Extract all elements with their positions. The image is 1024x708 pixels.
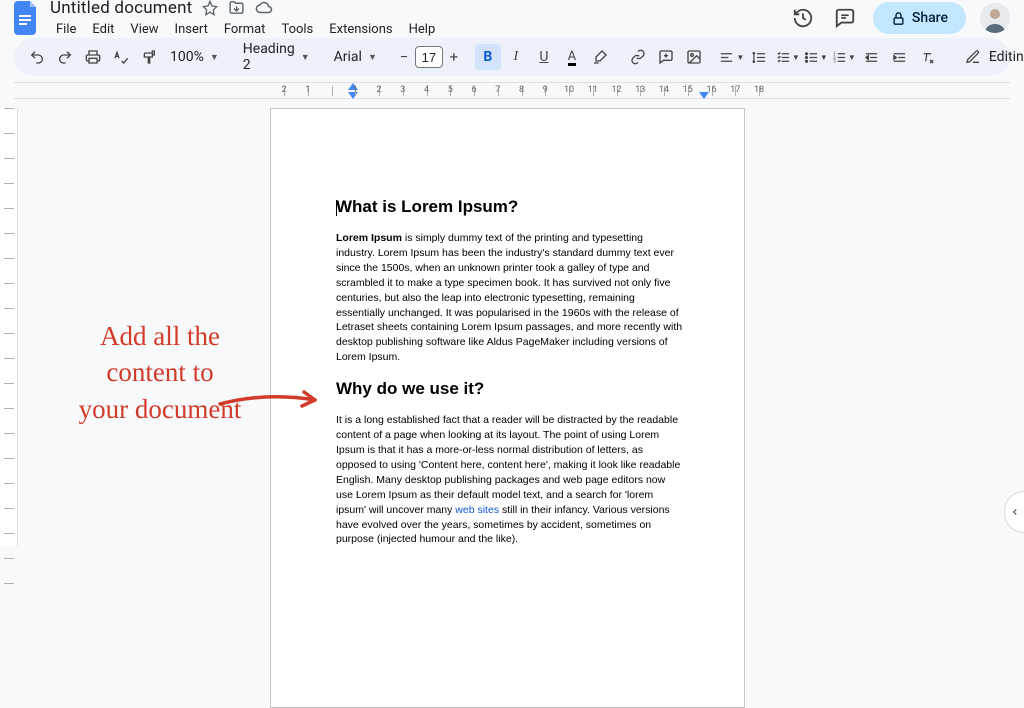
font-select[interactable]: Arial▼	[328, 44, 383, 70]
italic-button[interactable]: I	[503, 44, 529, 70]
move-icon[interactable]	[228, 0, 245, 16]
print-button[interactable]	[80, 44, 106, 70]
share-label: Share	[912, 10, 948, 26]
account-avatar[interactable]	[980, 3, 1010, 33]
align-button[interactable]: ▼	[719, 44, 745, 70]
increase-font-size-button[interactable]: +	[445, 46, 463, 68]
highlight-color-button[interactable]	[587, 44, 613, 70]
share-button[interactable]: Share	[873, 2, 966, 34]
decrease-font-size-button[interactable]: −	[395, 46, 413, 68]
insert-image-button[interactable]	[681, 44, 707, 70]
heading-2[interactable]: Why do we use it?	[336, 379, 684, 399]
underline-button[interactable]: U	[531, 44, 557, 70]
decrease-indent-button[interactable]	[859, 44, 885, 70]
menu-tools[interactable]: Tools	[275, 20, 319, 39]
redo-button[interactable]	[52, 44, 78, 70]
instruction-annotation: Add all the content to your document	[40, 318, 280, 427]
mode-select[interactable]: Editing ▼	[955, 49, 1024, 66]
paragraph-style-select[interactable]: Heading 2▼	[237, 44, 316, 70]
document-page[interactable]: What is Lorem Ipsum? Lorem Ipsum is simp…	[270, 108, 745, 708]
document-title[interactable]: Untitled document	[50, 0, 192, 18]
menu-format[interactable]: Format	[218, 20, 272, 39]
spellcheck-button[interactable]	[108, 44, 134, 70]
font-size-input[interactable]	[415, 46, 443, 68]
side-panel-toggle[interactable]	[1004, 491, 1024, 533]
paint-format-button[interactable]	[136, 44, 162, 70]
insert-link-button[interactable]	[625, 44, 651, 70]
paragraph-2[interactable]: It is a long established fact that a rea…	[336, 413, 684, 547]
menu-help[interactable]: Help	[403, 20, 442, 39]
numbered-list-button[interactable]: 123▼	[831, 44, 857, 70]
bulleted-list-button[interactable]: ▼	[803, 44, 829, 70]
undo-button[interactable]	[24, 44, 50, 70]
vertical-ruler[interactable]	[0, 108, 18, 547]
zoom-select[interactable]: 100%▼	[164, 44, 225, 70]
horizontal-ruler[interactable]: 21123456789101112131415161718	[14, 82, 1010, 99]
menu-view[interactable]: View	[124, 20, 164, 39]
comments-icon[interactable]	[831, 4, 859, 32]
increase-indent-button[interactable]	[887, 44, 913, 70]
line-spacing-button[interactable]	[747, 44, 773, 70]
menu-extensions[interactable]: Extensions	[323, 20, 398, 39]
text-color-button[interactable]: A	[559, 44, 585, 70]
menu-insert[interactable]: Insert	[169, 20, 214, 39]
heading-1[interactable]: What is Lorem Ipsum?	[336, 197, 684, 217]
insert-comment-button[interactable]	[653, 44, 679, 70]
clear-formatting-button[interactable]	[915, 44, 941, 70]
paragraph-1[interactable]: Lorem Ipsum is simply dummy text of the …	[336, 231, 684, 365]
menu-edit[interactable]: Edit	[86, 20, 120, 39]
checklist-button[interactable]: ▼	[775, 44, 801, 70]
toolbar: 100%▼ Heading 2▼ Arial▼ − + B I U A ▼ ▼ …	[14, 38, 1010, 76]
menu-file[interactable]: File	[50, 20, 82, 39]
history-icon[interactable]	[789, 4, 817, 32]
docs-logo-icon[interactable]	[14, 1, 40, 35]
bold-button[interactable]: B	[475, 44, 501, 70]
star-icon[interactable]	[202, 0, 218, 16]
cloud-status-icon[interactable]	[255, 0, 273, 17]
svg-text:3: 3	[833, 59, 836, 64]
